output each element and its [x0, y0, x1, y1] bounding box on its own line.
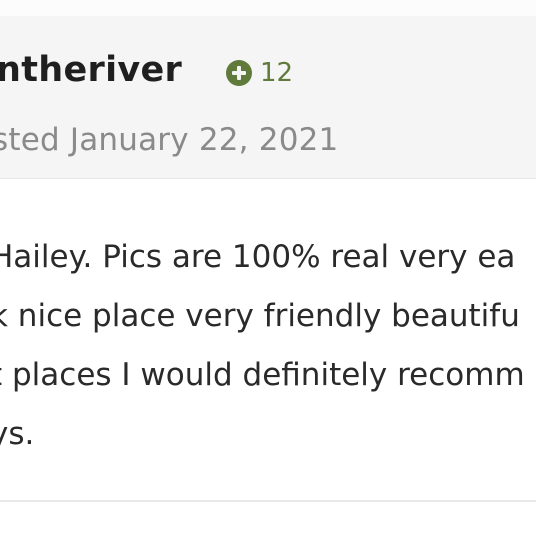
top-strip — [0, 0, 536, 16]
post-body-line: ys. — [0, 416, 35, 452]
author-name[interactable]: ntheriver — [0, 50, 182, 90]
reputation-badge[interactable]: 12 — [226, 58, 293, 88]
post-body-line: Hailey. Pics are 100% real very ea — [0, 239, 516, 275]
reputation-count: 12 — [260, 58, 294, 88]
post-body-line: k nice place very friendly beautifu — [0, 298, 520, 334]
post-date[interactable]: January 22, 2021 — [70, 122, 339, 158]
plus-circle-icon — [226, 60, 252, 86]
post-body: Hailey. Pics are 100% real very ea k nic… — [0, 228, 525, 464]
posted-label: sted — [0, 122, 60, 158]
post-header: ntheriver 12 sted January 22, 2021 — [0, 16, 536, 178]
header-divider — [0, 178, 536, 179]
post-body-line: t places I would definitely recomm — [0, 357, 525, 393]
post-footer-divider — [0, 500, 536, 502]
post-date-line: sted January 22, 2021 — [0, 122, 338, 158]
